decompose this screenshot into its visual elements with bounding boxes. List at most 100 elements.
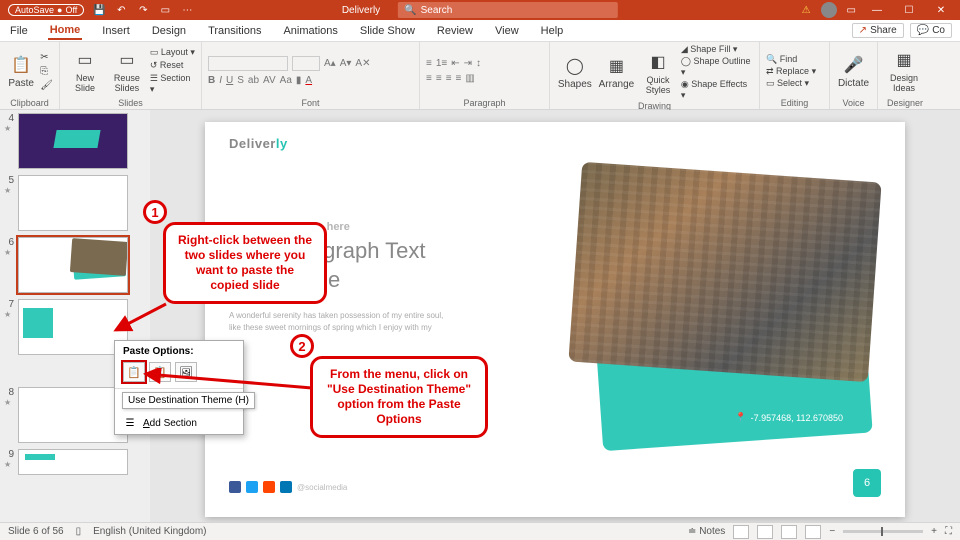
- thumbnail-pane[interactable]: 4★ 5★ 6★ 7★ 8★ 9★: [0, 110, 150, 522]
- indent-dec-icon[interactable]: ⇤: [451, 58, 459, 69]
- justify-icon[interactable]: ≡: [456, 73, 462, 84]
- dictate-button[interactable]: 🎤Dictate: [836, 47, 871, 95]
- cut-icon[interactable]: ✂: [40, 52, 53, 63]
- tab-home[interactable]: Home: [48, 22, 83, 40]
- font-size[interactable]: [292, 56, 320, 71]
- indent-inc-icon[interactable]: ⇥: [464, 58, 472, 69]
- slide-canvas[interactable]: Deliverly Awesome Subtitle here One Para…: [205, 122, 905, 517]
- align-right-icon[interactable]: ≡: [446, 73, 452, 84]
- ribbon-display-icon[interactable]: ▭: [847, 5, 856, 16]
- undo-icon[interactable]: ↶: [114, 3, 128, 17]
- font-family[interactable]: [208, 56, 288, 71]
- zoom-slider[interactable]: [843, 530, 923, 533]
- tab-design[interactable]: Design: [150, 23, 188, 39]
- reading-view-icon[interactable]: [781, 525, 797, 539]
- shadow-button[interactable]: ab: [248, 75, 259, 86]
- copy-icon[interactable]: ⎘: [40, 66, 53, 77]
- slide-thumb-7[interactable]: [18, 299, 128, 355]
- tab-help[interactable]: Help: [539, 23, 566, 39]
- find-button[interactable]: 🔍 Find: [766, 54, 816, 65]
- new-slide-button[interactable]: ▭New Slide: [66, 47, 104, 95]
- increase-font-icon[interactable]: A▴: [324, 58, 336, 69]
- sorter-view-icon[interactable]: [757, 525, 773, 539]
- tab-file[interactable]: File: [8, 23, 30, 39]
- layout-button[interactable]: ▭ Layout ▾: [150, 47, 195, 58]
- status-slide-indicator[interactable]: Slide 6 of 56: [8, 526, 64, 537]
- columns-icon[interactable]: ▥: [465, 73, 474, 84]
- tab-insert[interactable]: Insert: [100, 23, 132, 39]
- zoom-out-button[interactable]: −: [829, 526, 835, 537]
- close-button[interactable]: ✕: [930, 5, 952, 16]
- start-slideshow-icon[interactable]: ▭: [158, 3, 172, 17]
- shapes-button[interactable]: ◯Shapes: [556, 49, 594, 97]
- paste-use-destination-theme[interactable]: 📋: [123, 362, 145, 382]
- status-language[interactable]: English (United Kingdom): [93, 526, 206, 537]
- annotation-badge-1: 1: [143, 200, 167, 224]
- highlight-icon[interactable]: ▮: [296, 75, 302, 86]
- tab-animations[interactable]: Animations: [281, 23, 339, 39]
- zoom-in-button[interactable]: +: [931, 526, 937, 537]
- format-painter-icon[interactable]: 🖌: [40, 80, 53, 91]
- accessibility-icon[interactable]: ▯: [76, 526, 82, 537]
- user-avatar[interactable]: [821, 2, 837, 18]
- qat-overflow-icon[interactable]: ⋯: [180, 3, 194, 17]
- tab-transitions[interactable]: Transitions: [206, 23, 263, 39]
- bullets-icon[interactable]: ≡: [426, 58, 432, 69]
- decrease-font-icon[interactable]: A▾: [340, 58, 352, 69]
- reset-button[interactable]: ↺ Reset: [150, 60, 195, 71]
- select-button[interactable]: ▭ Select ▾: [766, 78, 816, 89]
- minimize-button[interactable]: —: [866, 5, 888, 16]
- share-button[interactable]: ↗Share: [852, 23, 904, 38]
- replace-button[interactable]: ⇄ Replace ▾: [766, 66, 816, 77]
- slide-thumb-6[interactable]: [18, 237, 128, 293]
- maximize-button[interactable]: ☐: [898, 5, 920, 16]
- char-spacing-icon[interactable]: AV: [263, 75, 276, 86]
- numbering-icon[interactable]: 1≡: [436, 58, 447, 69]
- section-button[interactable]: ☰ Section ▾: [150, 73, 195, 95]
- notes-button[interactable]: ≐ Notes: [688, 526, 725, 537]
- tab-slideshow[interactable]: Slide Show: [358, 23, 417, 39]
- bold-button[interactable]: B: [208, 75, 215, 86]
- normal-view-icon[interactable]: [733, 525, 749, 539]
- reuse-slides-icon: ▭: [116, 49, 138, 71]
- redo-icon[interactable]: ↷: [136, 3, 150, 17]
- arrange-button[interactable]: ▦Arrange: [598, 49, 636, 97]
- add-section-menu[interactable]: ☰Add Section: [115, 412, 243, 434]
- italic-button[interactable]: I: [219, 75, 222, 86]
- paste-picture[interactable]: 🖼: [175, 362, 197, 382]
- slide-canvas-area[interactable]: Deliverly Awesome Subtitle here One Para…: [150, 110, 960, 522]
- strike-button[interactable]: S: [237, 75, 244, 86]
- shape-outline-button[interactable]: ◯ Shape Outline ▾: [681, 56, 753, 78]
- change-case-icon[interactable]: Aa: [280, 75, 292, 86]
- reuse-slides-button[interactable]: ▭Reuse Slides: [108, 47, 146, 95]
- clear-format-icon[interactable]: A✕: [355, 58, 370, 69]
- shape-fill-button[interactable]: ◢ Shape Fill ▾: [681, 44, 753, 55]
- comments-button[interactable]: 💬 Co: [910, 23, 952, 38]
- slideshow-view-icon[interactable]: [805, 525, 821, 539]
- fit-to-window-icon[interactable]: ⛶: [945, 526, 952, 537]
- design-ideas-button[interactable]: ▦Design Ideas: [884, 47, 924, 95]
- save-icon[interactable]: 💾: [92, 3, 106, 17]
- pinterest-icon: [263, 481, 275, 493]
- autosave-toggle[interactable]: AutoSave ● Off: [8, 4, 84, 16]
- slide-thumb-5[interactable]: [18, 175, 128, 231]
- warning-icon[interactable]: ⚠: [802, 5, 811, 16]
- tab-view[interactable]: View: [493, 23, 521, 39]
- slide-body-text[interactable]: A wonderful serenity has taken possessio…: [229, 310, 449, 334]
- search-box[interactable]: 🔍 Search: [398, 2, 618, 18]
- document-title[interactable]: Deliverly: [342, 5, 380, 16]
- paste-button[interactable]: 📋 Paste: [6, 47, 36, 95]
- slide-thumb-4[interactable]: [18, 113, 128, 169]
- shape-effects-button[interactable]: ◉ Shape Effects ▾: [681, 79, 753, 101]
- line-spacing-icon[interactable]: ↕: [476, 58, 481, 69]
- slide-thumb-9[interactable]: [18, 449, 128, 475]
- tab-review[interactable]: Review: [435, 23, 475, 39]
- slide-image[interactable]: [568, 162, 881, 382]
- quick-styles-button[interactable]: ◧Quick Styles: [639, 49, 677, 97]
- align-left-icon[interactable]: ≡: [426, 73, 432, 84]
- slide-thumb-8[interactable]: [18, 387, 128, 443]
- paste-keep-source-format[interactable]: 📋: [149, 362, 171, 382]
- align-center-icon[interactable]: ≡: [436, 73, 442, 84]
- underline-button[interactable]: U: [226, 75, 233, 86]
- font-color-icon[interactable]: A: [305, 75, 312, 86]
